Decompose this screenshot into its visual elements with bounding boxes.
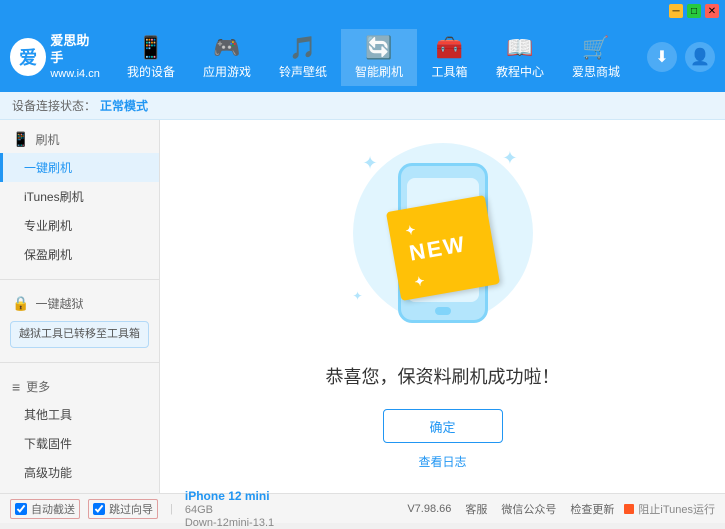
itunes-status-label: 阻止iTunes运行 — [638, 501, 715, 517]
sidebar-divider-2 — [0, 362, 159, 363]
sidebar-section-more-title[interactable]: ≡ 更多 — [0, 373, 159, 400]
status-label: 设备连接状态： — [12, 97, 96, 114]
sidebar-section-more: ≡ 更多 其他工具 下载固件 高级功能 — [0, 367, 159, 493]
header-actions: ⬇ 👤 — [647, 42, 715, 72]
flash-section-icon: 📱 — [12, 131, 29, 148]
sparkle-icon-3: ✦ — [353, 289, 363, 303]
customer-service-link[interactable]: 客服 — [465, 501, 487, 517]
my-device-label: 我的设备 — [127, 63, 175, 80]
jailbreak-section-icon: 🔒 — [12, 295, 29, 312]
success-illustration: ✦ ✦ ✦ NEW — [343, 143, 543, 343]
sparkle-icon-2: ✦ — [502, 148, 517, 169]
more-section-label: 更多 — [26, 378, 50, 395]
title-bar: ─ □ ✕ — [0, 0, 725, 22]
logo-area: 爱 爱思助手 www.i4.cn — [10, 33, 100, 81]
nav-smart-flash[interactable]: 🔄 智能刷机 — [341, 29, 417, 86]
skip-wizard-checkbox-area[interactable]: 跳过向导 — [88, 499, 158, 519]
device-name: iPhone 12 mini — [185, 489, 274, 503]
bottom-bar: 自动截送 跳过向导 | iPhone 12 mini 64GB Down-12m… — [0, 493, 725, 523]
sidebar-divider-1 — [0, 279, 159, 280]
sidebar-item-itunes-flash[interactable]: iTunes刷机 — [0, 182, 159, 211]
download-button[interactable]: ⬇ — [647, 42, 677, 72]
minimize-button[interactable]: ─ — [669, 4, 683, 18]
smart-flash-icon: 🔄 — [365, 35, 392, 61]
nav-toolbox[interactable]: 🧰 工具箱 — [417, 29, 482, 86]
sidebar-section-flash: 📱 刷机 一键刷机 iTunes刷机 专业刷机 保盈刷机 — [0, 120, 159, 275]
confirm-button[interactable]: 确定 — [383, 409, 503, 443]
check-update-link[interactable]: 检查更新 — [570, 501, 614, 517]
logo-circle: 爱 — [10, 38, 46, 76]
auto-send-checkbox[interactable] — [15, 503, 27, 515]
more-section-icon: ≡ — [12, 379, 20, 395]
sparkle-icon-1: ✦ — [363, 153, 378, 174]
status-bar: 设备连接状态： 正常模式 — [0, 92, 725, 120]
skip-wizard-checkbox[interactable] — [93, 503, 105, 515]
nav-shop[interactable]: 🛒 爱思商城 — [558, 29, 634, 86]
sidebar-item-one-key-flash[interactable]: 一键刷机 — [0, 153, 159, 182]
app-version: V7.98.66 — [407, 503, 451, 515]
header: 爱 爱思助手 www.i4.cn 📱 我的设备 🎮 应用游戏 🎵 铃声壁纸 🔄 … — [0, 22, 725, 92]
jailbreak-section-label: 一键越狱 — [35, 295, 83, 312]
wechat-public-link[interactable]: 微信公众号 — [501, 501, 556, 517]
tutorial-icon: 📖 — [506, 35, 533, 61]
user-button[interactable]: 👤 — [685, 42, 715, 72]
auto-send-checkbox-area[interactable]: 自动截送 — [10, 499, 80, 519]
app-url: www.i4.cn — [50, 67, 100, 81]
close-button[interactable]: ✕ — [705, 4, 719, 18]
nav-ringtone[interactable]: 🎵 铃声壁纸 — [265, 29, 341, 86]
tutorial-label: 教程中心 — [496, 63, 544, 80]
shop-label: 爱思商城 — [572, 63, 620, 80]
nav-my-device[interactable]: 📱 我的设备 — [113, 29, 189, 86]
smart-flash-label: 智能刷机 — [355, 63, 403, 80]
flash-section-label: 刷机 — [35, 131, 59, 148]
sidebar-section-jailbreak: 🔒 一键越狱 越狱工具已转移至工具箱 — [0, 284, 159, 358]
app-game-label: 应用游戏 — [203, 63, 251, 80]
bottom-right: V7.98.66 客服 微信公众号 检查更新 — [407, 501, 614, 517]
stop-itunes-icon — [624, 504, 634, 514]
app-game-icon: 🎮 — [213, 35, 240, 61]
view-log-link[interactable]: 查看日志 — [418, 453, 466, 470]
sidebar-jailbreak-notice: 越狱工具已转移至工具箱 — [10, 321, 149, 348]
sidebar-section-flash-title[interactable]: 📱 刷机 — [0, 126, 159, 153]
logo-icon: 爱 — [19, 44, 37, 70]
device-storage: 64GB — [185, 504, 274, 516]
sidebar-item-pro-flash[interactable]: 专业刷机 — [0, 211, 159, 240]
maximize-button[interactable]: □ — [687, 4, 701, 18]
status-value: 正常模式 — [100, 97, 148, 114]
sidebar-item-download-firmware[interactable]: 下载固件 — [0, 429, 159, 458]
content-area: ✦ ✦ ✦ NEW 恭喜您，保资料刷机成功啦！ 确定 查看日志 — [160, 120, 725, 493]
phone-home-button — [435, 307, 451, 315]
sidebar-item-advanced[interactable]: 高级功能 — [0, 458, 159, 487]
toolbox-icon: 🧰 — [436, 35, 463, 61]
main-layout: 📱 刷机 一键刷机 iTunes刷机 专业刷机 保盈刷机 🔒 一键越狱 越狱工具… — [0, 120, 725, 493]
my-device-icon: 📱 — [137, 35, 164, 61]
auto-send-label: 自动截送 — [31, 501, 75, 517]
nav-items: 📱 我的设备 🎮 应用游戏 🎵 铃声壁纸 🔄 智能刷机 🧰 工具箱 📖 教程中心… — [100, 29, 647, 86]
nav-tutorial[interactable]: 📖 教程中心 — [482, 29, 558, 86]
nav-app-game[interactable]: 🎮 应用游戏 — [189, 29, 265, 86]
toolbox-label: 工具箱 — [432, 63, 468, 80]
sidebar-item-save-flash[interactable]: 保盈刷机 — [0, 240, 159, 269]
success-message: 恭喜您，保资料刷机成功啦！ — [326, 363, 560, 389]
new-banner: NEW — [385, 195, 499, 301]
itunes-status: 阻止iTunes运行 — [624, 501, 715, 517]
ringtone-label: 铃声壁纸 — [279, 63, 327, 80]
app-name: 爱思助手 — [50, 33, 100, 67]
sidebar-item-other-tools[interactable]: 其他工具 — [0, 400, 159, 429]
sidebar-section-jailbreak-title[interactable]: 🔒 一键越狱 — [0, 290, 159, 317]
sidebar: 📱 刷机 一键刷机 iTunes刷机 专业刷机 保盈刷机 🔒 一键越狱 越狱工具… — [0, 120, 160, 493]
logo-text: 爱思助手 www.i4.cn — [50, 33, 100, 81]
ringtone-icon: 🎵 — [289, 35, 316, 61]
shop-icon: 🛒 — [582, 35, 609, 61]
skip-wizard-label: 跳过向导 — [109, 501, 153, 517]
